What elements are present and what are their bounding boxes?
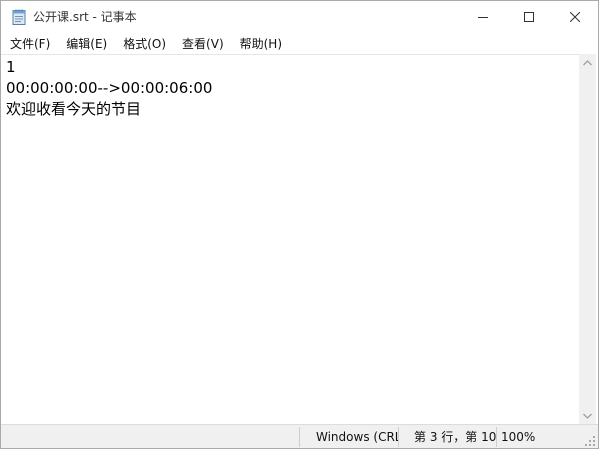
editor-line: 欢迎收看今天的节目	[6, 100, 142, 118]
status-bar: Windows (CRLF) 第 3 行，第 10 列 100%	[1, 424, 598, 448]
maximize-icon	[524, 11, 534, 22]
status-divider	[398, 427, 399, 447]
status-cursor-position: 第 3 行，第 10 列	[414, 430, 496, 444]
resize-grip-icon[interactable]	[584, 435, 596, 447]
editor-line: 1	[6, 58, 16, 76]
window-title: 公开课.srt - 记事本	[33, 10, 137, 24]
menu-format[interactable]: 格式(O)	[114, 34, 173, 54]
menu-file[interactable]: 文件(F)	[1, 34, 57, 54]
status-zoom: 100%	[501, 430, 536, 444]
close-icon	[570, 11, 580, 22]
notepad-window: 公开课.srt - 记事本 文件(F) 编辑(E) 格式(O) 查看(V) 帮助…	[0, 0, 599, 449]
vertical-scrollbar[interactable]	[579, 54, 596, 424]
minimize-icon	[478, 16, 488, 18]
menu-bar: 文件(F) 编辑(E) 格式(O) 查看(V) 帮助(H)	[1, 34, 598, 54]
status-divider	[299, 427, 300, 447]
minimize-button[interactable]	[460, 1, 506, 32]
notepad-icon[interactable]	[12, 9, 26, 25]
menu-view[interactable]: 查看(V)	[173, 34, 231, 54]
status-divider	[496, 427, 497, 447]
menu-help[interactable]: 帮助(H)	[231, 34, 289, 54]
title-bar[interactable]: 公开课.srt - 记事本	[1, 1, 598, 32]
editor-line: 00:00:00:00-->00:00:06:00	[6, 79, 213, 97]
close-button[interactable]	[552, 1, 598, 32]
maximize-button[interactable]	[506, 1, 552, 32]
status-line-ending: Windows (CRLF)	[316, 430, 398, 444]
scroll-up-button[interactable]	[579, 54, 596, 71]
text-editor[interactable]: 1 00:00:00:00-->00:00:06:00 欢迎收看今天的节目	[1, 54, 579, 425]
scroll-down-button[interactable]	[579, 407, 596, 424]
chevron-up-icon	[583, 59, 592, 65]
menu-edit[interactable]: 编辑(E)	[57, 34, 114, 54]
chevron-down-icon	[583, 413, 592, 419]
